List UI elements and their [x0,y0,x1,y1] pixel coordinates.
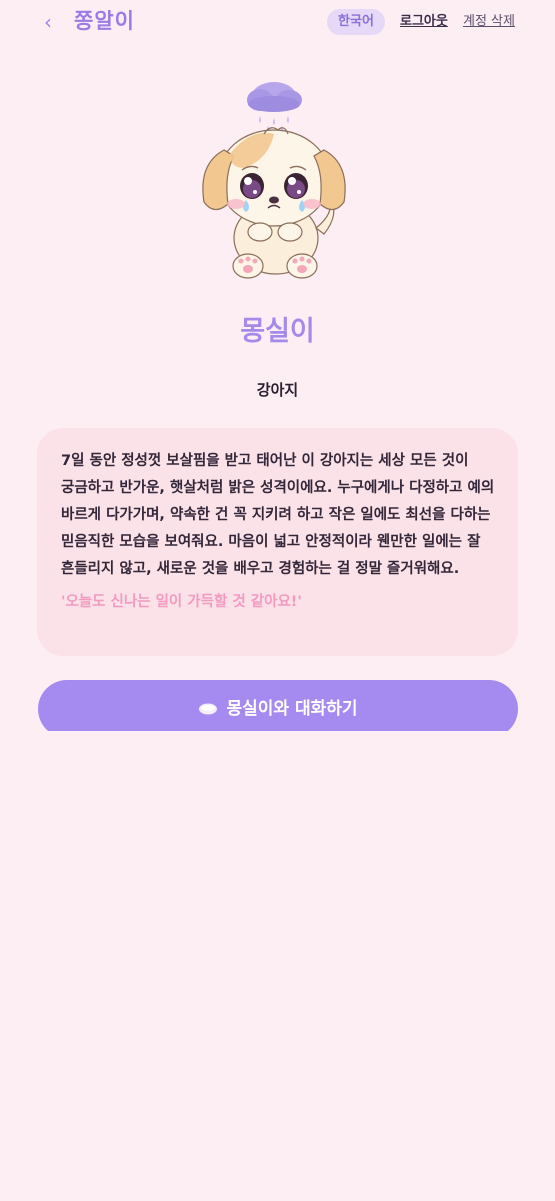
pet-name: 몽실이 [240,316,315,347]
back-button[interactable]: ‹ [44,10,52,34]
sad-puppy-icon [202,82,346,279]
pet-quote: '오늘도 신나는 일이 가득할 것 같아요!' [61,594,302,610]
raincloud-icon [247,82,302,132]
pet-description-card: 7일 동안 정성껏 보살핌을 받고 태어난 이 강아지는 세상 모든 것이 궁금… [37,428,518,656]
logout-link[interactable]: 로그아웃 [400,12,448,32]
page-background [0,731,555,1201]
pet-illustration [190,68,366,286]
pet-description: 7일 동안 정성껏 보살핌을 받고 태어난 이 강아지는 세상 모든 것이 궁금… [61,453,495,577]
language-toggle[interactable]: 한국어 [327,9,385,35]
chat-button-label: 몽실이와 대화하기 [226,699,358,719]
top-bar: ‹ 쫑알이 한국어 로그아웃 계정 삭제 [0,0,555,44]
chat-button[interactable]: 몽실이와 대화하기 [38,680,518,738]
delete-account-link[interactable]: 계정 삭제 [463,12,515,32]
app-title: 쫑알이 [74,9,135,33]
pet-species: 강아지 [256,381,299,399]
speech-bubble-icon [199,703,218,715]
